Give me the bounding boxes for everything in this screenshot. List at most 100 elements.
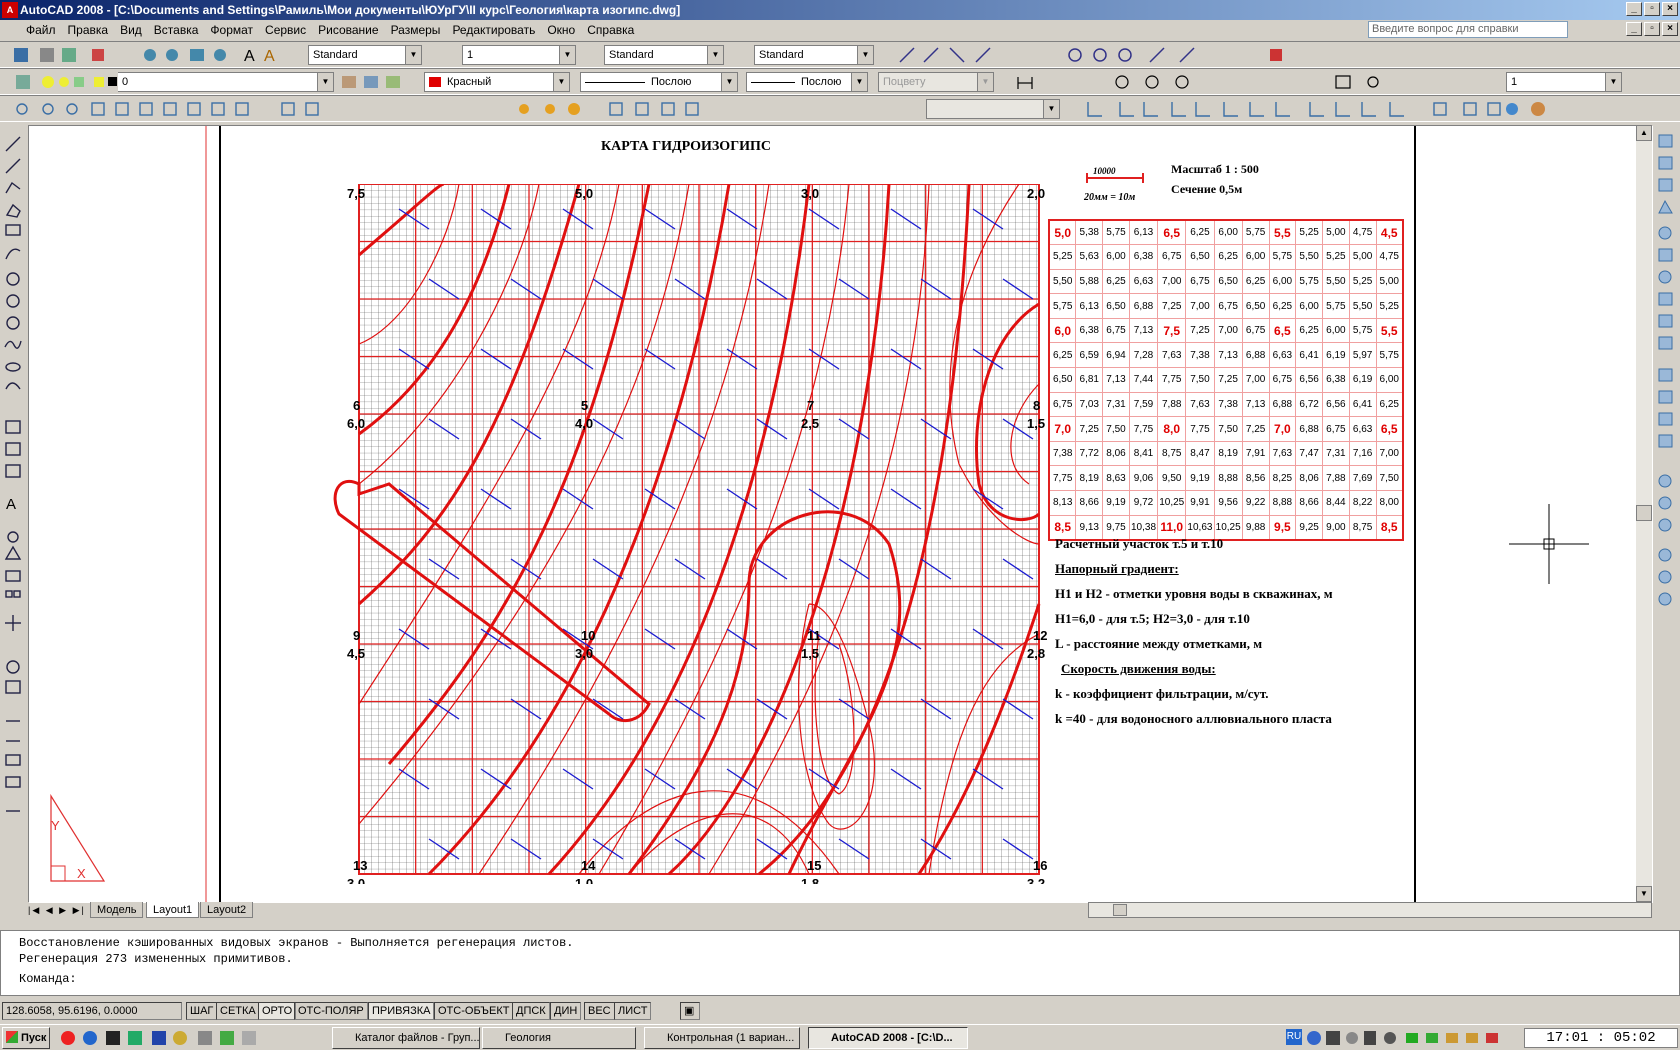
table-cell: 7,13 [1213, 342, 1243, 369]
quick-launch-icons[interactable] [58, 1029, 298, 1047]
table-cell: 6,56 [1295, 367, 1324, 393]
toggle-lwt[interactable]: ВЕС [584, 1002, 615, 1020]
dim-update-scale-combo[interactable]: 1 ▼ [1506, 72, 1622, 92]
table-cell: 6,00 [1268, 268, 1297, 295]
ucs-icons[interactable] [1080, 96, 1680, 123]
note-calc-section: Расчетный участок т.5 и т.10 [1055, 536, 1224, 551]
view-combo[interactable]: ▼ [926, 99, 1060, 119]
minimize-button[interactable]: _ [1626, 2, 1642, 16]
taskbar-word-doc[interactable]: Контрольная (1 вариан... [644, 1027, 800, 1049]
layout-drawing-canvas[interactable]: Y X КАРТА ГИДРОИЗОГИПС 7,5 5,0 3,0 2,0 6… [28, 125, 1653, 903]
layer-tools-icons[interactable] [338, 69, 418, 96]
table-cell: 5,5 [1375, 317, 1404, 344]
standard-toolbar: A A Standard ▼ 1 ▼ Standard ▼ Standard ▼ [0, 41, 1680, 68]
scale-bar-value: 10000 [1093, 166, 1116, 176]
text-style-combo[interactable]: Standard ▼ [308, 45, 422, 65]
table-cell: 5,75 [1348, 317, 1377, 344]
table-cell: 6,50 [1102, 293, 1130, 319]
toggle-osnap[interactable]: ПРИВЯЗКА [368, 1002, 435, 1020]
menu-draw[interactable]: Рисование [312, 20, 384, 40]
well-number: 8 [1033, 398, 1040, 413]
help-search-input[interactable]: Введите вопрос для справки [1368, 21, 1568, 38]
dimension-icons[interactable] [1010, 69, 1500, 96]
menu-edit[interactable]: Правка [62, 20, 115, 40]
vertical-scrollbar[interactable]: ▲ ▼ [1636, 125, 1652, 902]
tab-layout2[interactable]: Layout2 [200, 902, 254, 918]
note-k: k - коэффициент фильтрации, м/сут. [1055, 686, 1269, 701]
table-cell: 5,75 [1268, 244, 1297, 270]
table-row: 7,0 7,25 7,50 7,75 8,0 7,75 7,50 7,25 7,0 6,88 6,7… [1048, 416, 1404, 442]
toggle-polar[interactable]: ОТС-ПОЛЯР [294, 1002, 368, 1020]
object-snap-icons[interactable] [890, 42, 1670, 69]
modeling-tool-icons[interactable] [1652, 125, 1680, 902]
well-level: 2,8 [1027, 646, 1045, 661]
color-combo[interactable]: Красный ▼ [424, 72, 570, 92]
table-cell: 9,22 [1241, 490, 1270, 516]
layer-icons[interactable] [0, 69, 120, 96]
linetype-combo[interactable]: Послою ▼ [580, 72, 738, 92]
menu-help[interactable]: Справка [581, 20, 640, 40]
draw-tool-icons[interactable]: A [0, 125, 28, 902]
table-cell: 7,13 [1102, 367, 1130, 393]
toggle-dyn[interactable]: ДИН [550, 1002, 582, 1020]
modeling-toolbar[interactable] [1652, 125, 1680, 902]
doc-close-button[interactable]: × [1662, 22, 1678, 36]
table-cell: 6,00 [1295, 293, 1324, 319]
table-cell: 6,75 [1268, 367, 1297, 393]
coordinates-readout[interactable]: 128.6058, 95.6196, 0.0000 [2, 1002, 182, 1020]
taskbar-geology-folder[interactable]: Геология [482, 1027, 636, 1049]
maximize-button[interactable]: ▫ [1644, 2, 1660, 16]
table-cell: 6,88 [1295, 416, 1324, 442]
close-button[interactable]: × [1662, 2, 1678, 16]
horizontal-scrollbar[interactable] [1088, 902, 1652, 918]
menu-insert[interactable]: Вставка [148, 20, 205, 40]
layer-combo[interactable]: 0 ▼ [118, 72, 334, 92]
draw-toolbar[interactable]: A [0, 125, 28, 902]
map-title: КАРТА ГИДРОИЗОГИПС [601, 139, 771, 154]
toggle-grid[interactable]: СЕТКА [216, 1002, 260, 1020]
table-style-combo[interactable]: Standard ▼ [754, 45, 874, 65]
table-cell: 6,63 [1348, 416, 1377, 442]
standard-icons[interactable]: A A [0, 42, 300, 69]
taskbar-file-catalog[interactable]: Каталог файлов - Груп... [332, 1027, 480, 1049]
table-cell: 6,88 [1241, 342, 1270, 369]
3d-icons[interactable] [0, 96, 920, 123]
doc-minimize-button[interactable]: _ [1626, 22, 1642, 36]
doc-restore-button[interactable]: ▫ [1644, 22, 1660, 36]
language-indicator[interactable]: RU [1286, 1029, 1302, 1045]
tab-nav-arrows[interactable]: |◀ ◀ ▶ ▶| [28, 902, 88, 918]
menu-window[interactable]: Окно [541, 20, 581, 40]
toggle-paper[interactable]: ЛИСТ [614, 1002, 652, 1020]
table-cell: 6,19 [1322, 342, 1350, 369]
toggle-otrack[interactable]: ОТС-ОБЪЕКТ [434, 1002, 514, 1020]
table-row: 7,75 8,19 8,63 9,06 9,50 9,19 8,88 8,56 8,25 8,06… [1048, 465, 1404, 492]
table-cell: 6,56 [1322, 391, 1350, 418]
svg-text:A: A [264, 48, 275, 65]
menu-file[interactable]: Файл [20, 20, 62, 40]
menu-format[interactable]: Формат [204, 20, 259, 40]
plotstyle-combo[interactable]: Поцвету ▼ [878, 72, 994, 92]
menu-modify[interactable]: Редактировать [446, 20, 541, 40]
maximize-viewport-icon[interactable]: ▣ [680, 1002, 700, 1020]
tab-layout1[interactable]: Layout1 [146, 902, 200, 918]
command-prompt[interactable]: Команда: [19, 971, 1661, 987]
menu-view[interactable]: Вид [114, 20, 148, 40]
dim-style-combo[interactable]: Standard ▼ [604, 45, 724, 65]
scale-label: Масштаб 1 : 500 [1171, 162, 1259, 176]
table-cell: 5,75 [1048, 293, 1077, 319]
table-cell: 7,0 [1048, 416, 1077, 442]
start-button[interactable]: Пуск [2, 1027, 50, 1049]
command-window[interactable]: Восстановление кэшированных видовых экра… [0, 930, 1680, 996]
table-cell: 6,00 [1102, 244, 1130, 270]
menu-tools[interactable]: Сервис [259, 20, 312, 40]
lineweight-combo[interactable]: Послою ▼ [746, 72, 868, 92]
toggle-ortho[interactable]: ОРТО [258, 1002, 297, 1020]
toggle-snap[interactable]: ШАГ [186, 1002, 218, 1020]
tray-icons[interactable] [1306, 1029, 1516, 1047]
menu-dimension[interactable]: Размеры [385, 20, 447, 40]
taskbar-autocad[interactable]: AutoCAD 2008 - [C:\D... [808, 1027, 968, 1049]
table-cell: 7,72 [1075, 440, 1104, 467]
dim-scale-combo[interactable]: 1 ▼ [462, 45, 576, 65]
toggle-ducs[interactable]: ДПСК [512, 1002, 550, 1020]
tab-model[interactable]: Модель [90, 902, 144, 918]
